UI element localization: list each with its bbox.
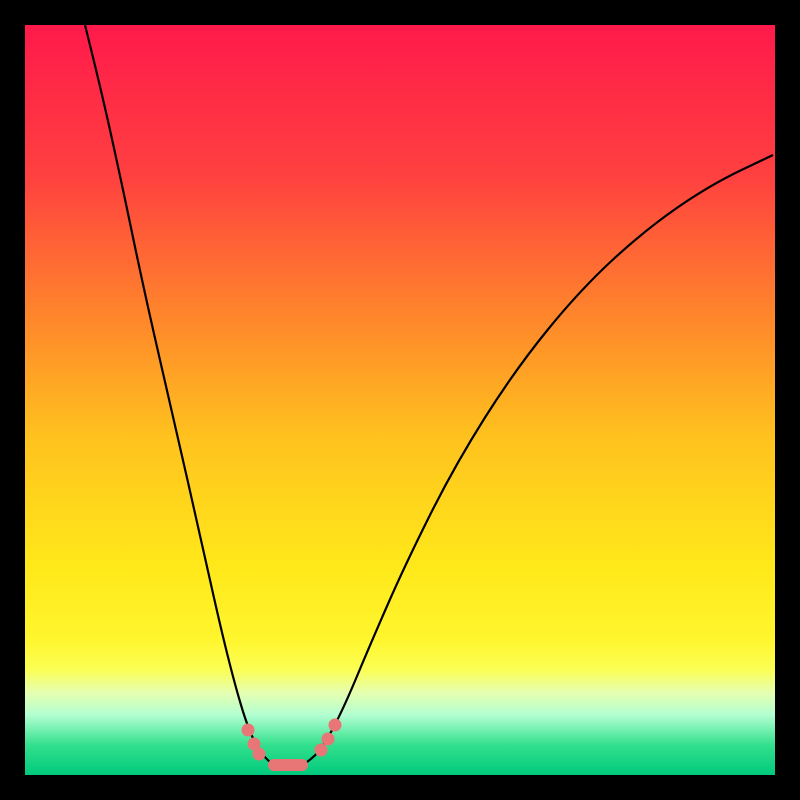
- plot-svg: [25, 25, 775, 775]
- chart-frame: TheBottleneck.com: [25, 25, 775, 775]
- marker-dot: [322, 733, 335, 746]
- marker-dot: [315, 744, 328, 757]
- marker-dot: [242, 724, 255, 737]
- gradient-bg: [25, 25, 775, 775]
- marker-flat: [268, 759, 308, 771]
- marker-dot: [253, 748, 266, 761]
- marker-dot: [329, 719, 342, 732]
